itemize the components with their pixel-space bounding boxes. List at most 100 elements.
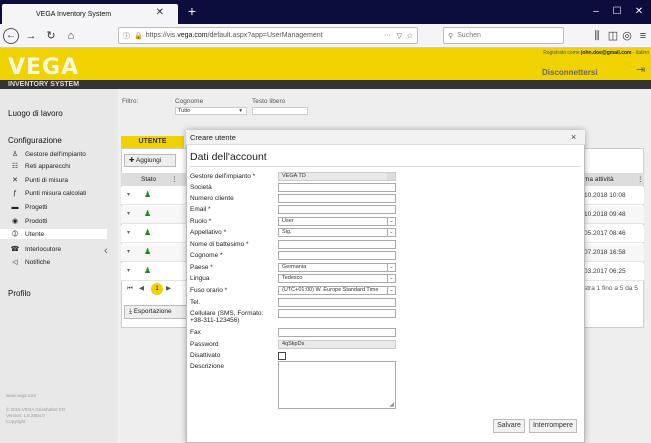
notification-icon: ◁ (12, 259, 18, 266)
language-label: Lingua (190, 275, 210, 282)
prev-page-icon[interactable]: ◀ (139, 282, 144, 296)
add-button-label: Aggiungi (135, 157, 162, 164)
salutation-select[interactable]: Sig. ⌄ (278, 228, 396, 237)
dialog-divider (190, 166, 581, 167)
folder-icon: ▬ (11, 204, 19, 211)
tab-users[interactable]: UTENTE (121, 136, 184, 148)
freetext-filter-input[interactable] (252, 107, 308, 115)
col-last-activity[interactable]: ma attività (584, 173, 614, 186)
export-button[interactable]: ⤓ Esportazione (124, 305, 188, 319)
minimize-icon[interactable]: – (587, 4, 605, 20)
sidebar-profile[interactable]: Profilo (8, 289, 31, 298)
sidebar-item-label: Prodotti (25, 217, 48, 225)
logout-link[interactable]: Disconnettersi (542, 68, 598, 77)
lastname-filter-label: Cognome (175, 98, 204, 105)
country-select[interactable]: Germania ⌄ (278, 263, 396, 272)
mobile-field[interactable] (278, 309, 396, 318)
sidebar-item-calculated-points[interactable]: ƒ Punti misura calcolati (10, 190, 86, 197)
info-icon[interactable]: ⓘ (123, 31, 130, 41)
lastname-field[interactable] (278, 251, 396, 260)
home-icon[interactable]: ⌂ (64, 29, 78, 43)
tab-title: VEGA Inventory System (36, 10, 112, 18)
forward-icon[interactable]: → (24, 29, 38, 43)
sidebar-item-measuring-points[interactable]: ✕ Punti di misura (10, 176, 68, 185)
library-icon[interactable]: ⫼ (590, 29, 604, 43)
page-current[interactable]: 1 (151, 283, 163, 295)
phone-field[interactable] (278, 298, 396, 307)
cancel-button[interactable]: Interrompere (529, 419, 577, 433)
new-tab-icon[interactable]: + (184, 2, 200, 20)
page-actions-icon[interactable]: ··· (384, 32, 391, 39)
maximize-icon[interactable]: ☐ (608, 4, 626, 20)
description-label: Descrizione (190, 363, 224, 370)
sidebar-item-label: Interlocutore (25, 245, 62, 253)
url-bar[interactable]: ⓘ 🔒 https://vis. vega.com/default.aspx?ap… (118, 27, 418, 44)
customer-number-label: Numero cliente (190, 195, 234, 202)
search-field[interactable]: ⚲ Suchen (443, 27, 564, 44)
footer-copyright-link[interactable]: Copyright (6, 419, 65, 425)
expand-icon[interactable]: ▾ (127, 229, 130, 236)
sidebar-item-products[interactable]: ◉ Prodotti (10, 217, 48, 226)
sidebar-item-notifications[interactable]: ◁ Notifiche (10, 258, 50, 267)
chevron-down-icon: ⌄ (387, 218, 395, 225)
expand-icon[interactable]: ▾ (127, 210, 130, 217)
user-active-icon: ♟ (144, 247, 152, 256)
function-icon: ƒ (13, 190, 17, 197)
sidebar-item-users[interactable]: ➀ Utente (0, 229, 107, 239)
dialog-title[interactable]: Creare utente (186, 130, 585, 145)
language-select[interactable]: Tedesco ⌄ (278, 274, 396, 283)
lastname-filter-select[interactable]: Tutto ▾ (175, 107, 247, 115)
company-field[interactable] (278, 183, 396, 192)
tab-close-icon[interactable]: ✕ (156, 7, 164, 18)
add-user-button[interactable]: ✚ Aggiungi (124, 154, 176, 167)
vega-logo: VEGA (8, 55, 80, 80)
product-icon: ◉ (11, 218, 19, 225)
resize-handle-icon[interactable]: ◢ (389, 401, 394, 408)
window-close-icon[interactable]: ✕ (630, 4, 648, 20)
col-menu-icon[interactable]: ⋮ (171, 173, 178, 186)
firstname-field[interactable] (278, 240, 396, 249)
sidebar-toggle-icon[interactable]: ◫ (606, 29, 620, 43)
export-button-label: Esportazione (133, 308, 172, 315)
pocket-icon[interactable]: ▽ (397, 32, 402, 40)
app-subtitle: INVENTORY SYSTEM (0, 80, 651, 89)
reload-icon[interactable]: ↻ (44, 29, 58, 43)
expand-icon[interactable]: ▾ (127, 267, 130, 274)
menu-icon[interactable]: ≡ (636, 29, 650, 43)
chevron-down-icon: ⌄ (387, 275, 395, 282)
firstname-label: Nome di battesimo * (190, 241, 249, 248)
email-field[interactable] (278, 205, 396, 214)
password-label: Password (190, 341, 219, 348)
collapse-sidebar-icon[interactable]: ‹ (104, 245, 108, 257)
logout-icon[interactable]: ⇥ (636, 63, 645, 76)
sidebar-item-contacts[interactable]: ☎ Interlocutore (10, 245, 62, 254)
sidebar-item-device-networks[interactable]: ☷ Reti apparecchi (10, 162, 70, 171)
col-menu-icon[interactable]: ⋮ (637, 173, 644, 186)
customer-number-field[interactable] (278, 194, 396, 203)
save-button[interactable]: Salvare (493, 419, 525, 433)
back-icon[interactable]: ← (3, 28, 19, 44)
sidebar-item-projects[interactable]: ▬ Progetti (10, 204, 48, 211)
sidebar-item-label: Progetti (25, 204, 48, 211)
fax-field[interactable] (278, 328, 396, 337)
col-state[interactable]: Stato (141, 173, 156, 186)
expand-icon[interactable]: ▾ (127, 191, 130, 198)
description-textarea[interactable]: ◢ (278, 361, 396, 409)
lock-icon: 🔒 (134, 32, 143, 40)
first-page-icon[interactable]: ⏮ (127, 282, 133, 296)
dialog-heading: Dati dell'account (190, 151, 267, 163)
timezone-label: Fuso orario * (190, 287, 228, 294)
timezone-select[interactable]: (UTC+01:00) W. Europe Standard Time ⌄ (278, 286, 396, 295)
expand-icon[interactable]: ▾ (127, 248, 130, 255)
disabled-checkbox[interactable] (278, 352, 286, 360)
sidebar-item-plant-operator[interactable]: ♙ Gestore dell'impianto (10, 150, 86, 159)
bookmark-star-icon[interactable]: ☆ (407, 32, 413, 40)
sidebar-configuration[interactable]: Configurazione (8, 136, 62, 145)
role-select[interactable]: User ⌄ (278, 217, 396, 226)
close-icon[interactable]: × (571, 132, 576, 142)
password-field: 4qSkpDs (278, 340, 396, 349)
next-page-icon[interactable]: ▶ (166, 282, 171, 296)
browser-tab[interactable]: VEGA Inventory System ✕ (2, 4, 178, 24)
sidebar-workplace[interactable]: Luogo di lavoro (8, 109, 63, 118)
account-icon[interactable]: ◎ (620, 29, 634, 43)
